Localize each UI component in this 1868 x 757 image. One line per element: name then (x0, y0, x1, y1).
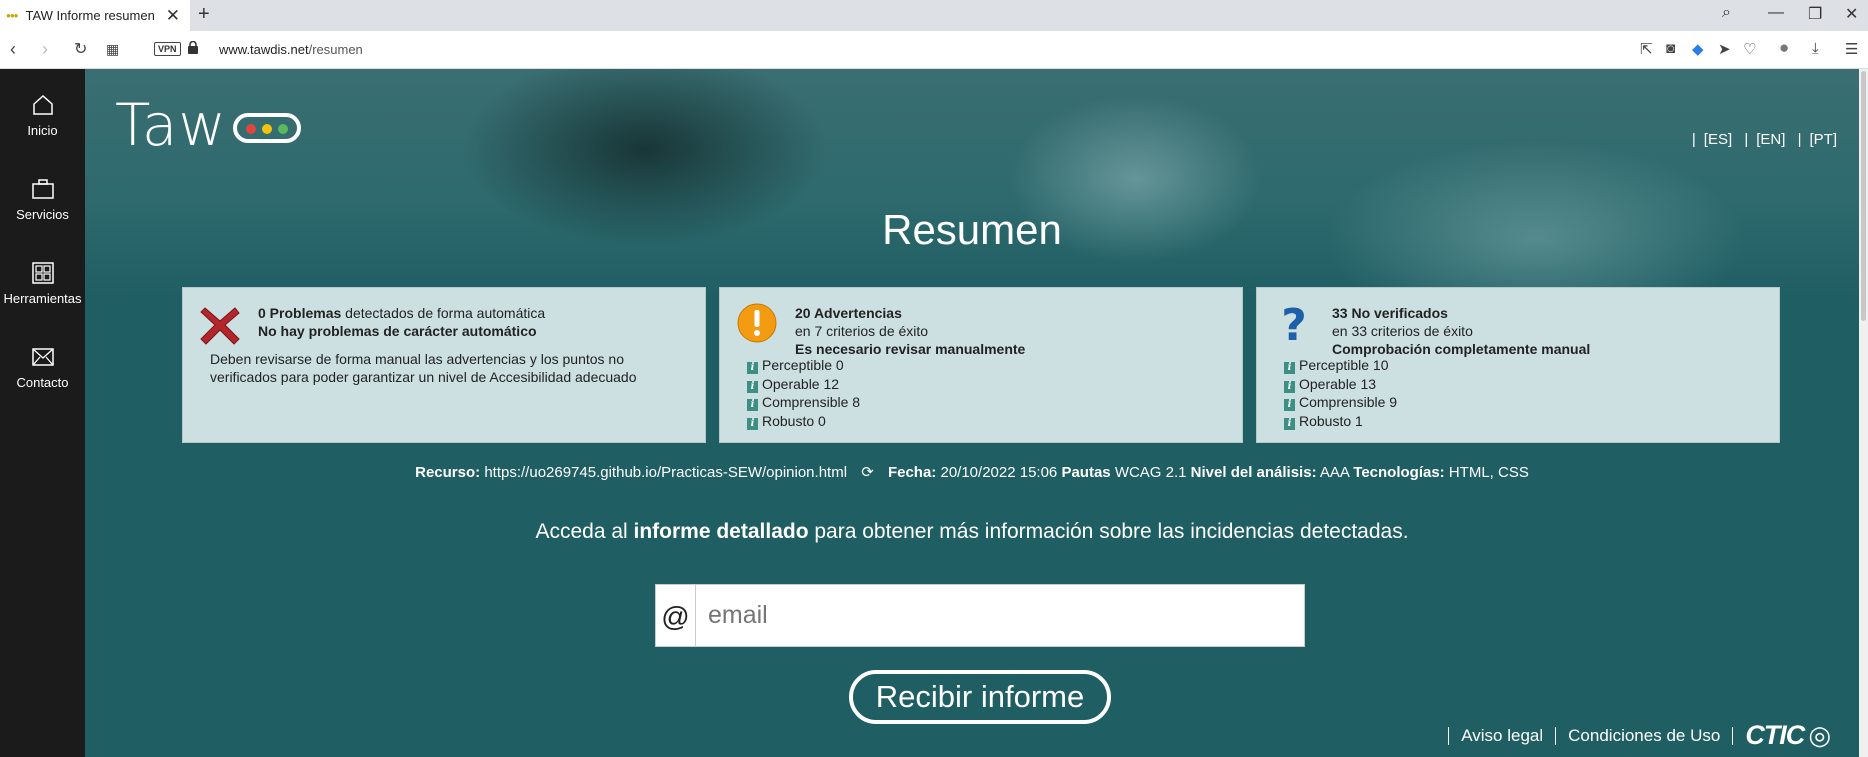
lang-en-link[interactable]: [EN] (1756, 131, 1785, 148)
list-item[interactable]: i Operable 12 (747, 375, 860, 394)
shield-icon[interactable]: ◆ (1692, 40, 1704, 58)
warning-icon (737, 303, 777, 343)
address-bar: ‹ › ↻ ▦ VPN www.tawdis.net/resumen ⇱ ◙ ◆… (0, 31, 1868, 69)
not-verified-card: ? 33 No verificados en 33 criterios de é… (1256, 287, 1780, 443)
share-icon[interactable]: ⇱ (1640, 40, 1653, 58)
ctic-logo[interactable]: CTIC (1745, 720, 1805, 751)
list-item[interactable]: i Comprensible 8 (747, 393, 860, 412)
traffic-light-icon (233, 113, 301, 143)
sidebar-item-herramientas[interactable]: Herramientas (0, 261, 85, 306)
yellow-dot (262, 124, 272, 134)
briefcase-icon (31, 179, 54, 199)
language-selector: | [ES] | [EN] | [PT] (1691, 131, 1837, 148)
snapshot-icon[interactable]: ◙ (1666, 40, 1675, 57)
not-verified-header: 33 No verificados en 33 criterios de éxi… (1332, 305, 1591, 357)
list-item[interactable]: i Robusto 0 (747, 412, 860, 431)
window-close-icon[interactable]: ✕ (1845, 4, 1858, 24)
resource-link[interactable]: https://uo269745.github.io/Practicas-SEW… (484, 464, 847, 481)
warnings-header: 20 Advertencias en 7 criterios de éxito … (795, 305, 1026, 357)
footer: Aviso legal Condiciones de Uso CTIC ◎ (1436, 720, 1831, 751)
send-icon[interactable]: ➤ (1718, 40, 1731, 58)
lang-pt-link[interactable]: [PT] (1809, 131, 1837, 148)
list-item[interactable]: i Perceptible 10 (1284, 356, 1397, 375)
sidebar-item-label: Inicio (27, 123, 58, 138)
analysis-meta: Recurso: https://uo269745.github.io/Prac… (415, 463, 1529, 481)
new-tab-button[interactable]: + (198, 3, 210, 26)
tab-grid-icon[interactable]: ▦ (106, 41, 119, 58)
lock-icon (188, 41, 198, 54)
sidebar-item-label: Servicios (16, 207, 69, 222)
info-icon: i (1284, 399, 1295, 411)
restore-icon[interactable]: ❐ (1808, 4, 1822, 24)
favicon-icon: ●●● (6, 11, 18, 20)
at-icon: @ (656, 585, 696, 646)
info-icon: i (1284, 380, 1295, 393)
sidebar: Inicio Servicios Herramientas Contacto (0, 69, 85, 757)
info-icon: i (747, 380, 758, 393)
terms-of-use-link[interactable]: Condiciones de Uso (1568, 726, 1720, 746)
not-verified-list: i Perceptible 10 i Operable 13 i Comprensib… (1284, 356, 1397, 430)
sidebar-item-servicios[interactable]: Servicios (0, 177, 85, 222)
minimize-icon[interactable]: — (1768, 4, 1784, 22)
sidebar-item-label: Contacto (16, 375, 69, 390)
home-icon (32, 94, 53, 115)
grid-icon (31, 262, 54, 284)
not-verified-count: 33 No verificados (1332, 305, 1448, 321)
green-dot (278, 124, 288, 134)
page-scrollbar[interactable] (1859, 69, 1868, 757)
tab-title: TAW Informe resumen (25, 8, 155, 23)
info-icon: i (747, 417, 758, 430)
warnings-count: 20 Advertencias (795, 305, 902, 321)
main-content: Taw | [ES] | [EN] | [PT] Resumen 0 Problema… (85, 69, 1859, 757)
info-icon: i (1284, 362, 1295, 374)
profile-icon[interactable]: ● (1779, 38, 1789, 58)
info-icon: i (747, 362, 758, 374)
forward-icon[interactable]: › (42, 39, 48, 60)
warnings-list: i Perceptible 0 i Operable 12 i Comprensibl… (747, 356, 860, 430)
email-field-group: @ (655, 584, 1305, 647)
email-field[interactable] (696, 585, 1304, 646)
back-icon[interactable]: ‹ (10, 39, 16, 60)
page: Inicio Servicios Herramientas Contacto T… (0, 69, 1868, 757)
menu-icon[interactable]: ☰ (1845, 40, 1858, 58)
vpn-badge[interactable]: VPN (154, 42, 181, 56)
info-icon: i (1284, 417, 1295, 430)
reload-icon[interactable]: ↻ (74, 39, 87, 59)
problems-subtitle: No hay problemas de carácter automático (258, 323, 537, 339)
download-icon[interactable]: ⤓ (1812, 40, 1819, 57)
heart-icon[interactable]: ♡ (1743, 40, 1756, 58)
logo-text: Taw (115, 91, 227, 159)
problems-card: 0 Problemas detectados de forma automáti… (182, 287, 706, 443)
refresh-icon[interactable]: ⟳ (861, 463, 874, 481)
receive-report-button[interactable]: Recibir informe (849, 670, 1111, 724)
sidebar-item-inicio[interactable]: Inicio (0, 93, 85, 138)
tab-close-icon[interactable]: ✕ (166, 6, 180, 26)
search-tabs-icon[interactable]: ⌕ (1722, 4, 1731, 22)
detailed-report-text: Acceda al informe detallado para obtener… (535, 520, 1409, 543)
svg-text:?: ? (1281, 300, 1307, 346)
sidebar-item-label: Herramientas (3, 291, 82, 306)
mail-icon (31, 348, 54, 366)
error-x-icon (200, 307, 240, 345)
problems-count: 0 Problemas (258, 305, 342, 321)
problems-header: 0 Problemas detectados de forma automáti… (258, 305, 546, 339)
browser-tab-bar: ●●● TAW Informe resumen ✕ + ⌕ — ❐ ✕ (0, 0, 1868, 31)
hero-background (85, 69, 1859, 299)
lang-es-link[interactable]: [ES] (1704, 131, 1732, 148)
page-title: Resumen (882, 206, 1062, 253)
list-item[interactable]: i Comprensible 9 (1284, 393, 1397, 412)
sidebar-item-contacto[interactable]: Contacto (0, 345, 85, 390)
list-item[interactable]: i Operable 13 (1284, 375, 1397, 394)
warnings-card: 20 Advertencias en 7 criterios de éxito … (719, 287, 1243, 443)
list-item[interactable]: i Robusto 1 (1284, 412, 1397, 431)
problems-description: Deben revisarse de forma manual las adve… (210, 351, 637, 385)
info-icon: i (747, 399, 758, 411)
ctic-swirl-icon: ◎ (1808, 720, 1831, 750)
list-item[interactable]: i Perceptible 0 (747, 356, 860, 375)
browser-tab[interactable]: ●●● TAW Informe resumen ✕ (0, 0, 190, 31)
red-dot (246, 124, 256, 134)
question-icon: ? (1281, 300, 1307, 346)
url-field[interactable]: www.tawdis.net/resumen (219, 42, 363, 57)
legal-notice-link[interactable]: Aviso legal (1461, 726, 1543, 746)
